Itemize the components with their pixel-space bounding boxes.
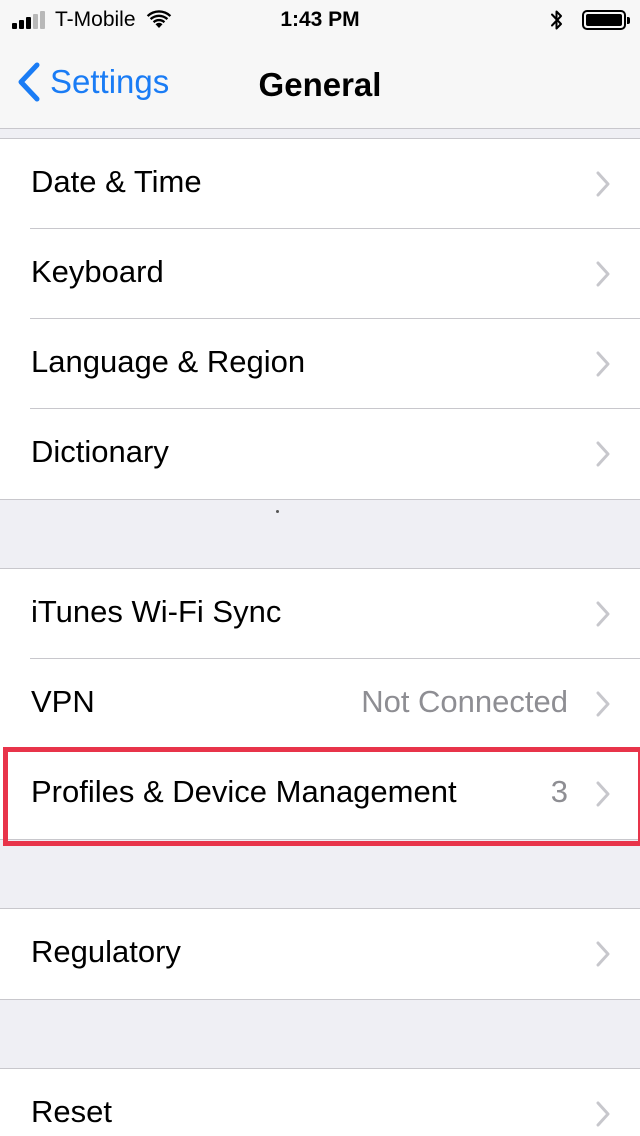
chevron-right-icon — [596, 601, 610, 627]
row-label: Profiles & Device Management — [31, 774, 457, 809]
row-language-region[interactable]: Language & Region — [0, 319, 640, 409]
chevron-right-icon — [596, 441, 610, 467]
row-keyboard[interactable]: Keyboard — [0, 229, 640, 319]
battery-fill — [586, 14, 622, 26]
row-vpn[interactable]: VPN Not Connected — [0, 659, 640, 749]
chevron-right-icon — [596, 781, 610, 807]
stray-dot — [276, 510, 279, 513]
row-date-time[interactable]: Date & Time — [0, 139, 640, 229]
row-label: Reset — [31, 1094, 112, 1129]
settings-group-1: Date & Time Keyboard Language & Region D… — [0, 138, 640, 500]
row-label: Date & Time — [31, 164, 202, 199]
row-dictionary[interactable]: Dictionary — [0, 409, 640, 499]
vpn-status: Not Connected — [361, 684, 568, 719]
profiles-count: 3 — [550, 774, 568, 809]
navigation-bar: Settings General — [0, 40, 640, 129]
chevron-right-icon — [596, 1101, 610, 1127]
row-itunes-wifi-sync[interactable]: iTunes Wi-Fi Sync — [0, 569, 640, 659]
row-label: Keyboard — [31, 254, 164, 289]
settings-group-2: iTunes Wi-Fi Sync VPN Not Connected Prof… — [0, 568, 640, 840]
status-time: 1:43 PM — [280, 8, 360, 31]
status-right — [550, 8, 630, 32]
chevron-right-icon — [596, 691, 610, 717]
bluetooth-icon — [551, 10, 562, 30]
settings-group-4: Reset — [0, 1068, 640, 1136]
row-label: VPN — [31, 684, 95, 719]
chevron-right-icon — [596, 351, 610, 377]
settings-group-3: Regulatory — [0, 908, 640, 1000]
row-label: Language & Region — [31, 344, 306, 379]
row-label: Dictionary — [31, 434, 169, 469]
page-title: General — [258, 66, 382, 103]
battery-icon — [582, 10, 630, 30]
status-bar: T-Mobile 1:43 PM — [0, 0, 640, 40]
chevron-right-icon — [596, 171, 610, 197]
row-label: iTunes Wi-Fi Sync — [31, 594, 282, 629]
row-reset[interactable]: Reset — [0, 1069, 640, 1136]
chevron-right-icon — [596, 261, 610, 287]
battery-cap — [627, 17, 630, 24]
screen: T-Mobile 1:43 PM Settings General Date &… — [0, 0, 640, 1136]
row-profiles-device-management[interactable]: Profiles & Device Management 3 — [0, 749, 640, 839]
row-regulatory[interactable]: Regulatory — [0, 909, 640, 999]
row-label: Regulatory — [31, 934, 181, 969]
chevron-right-icon — [596, 941, 610, 967]
